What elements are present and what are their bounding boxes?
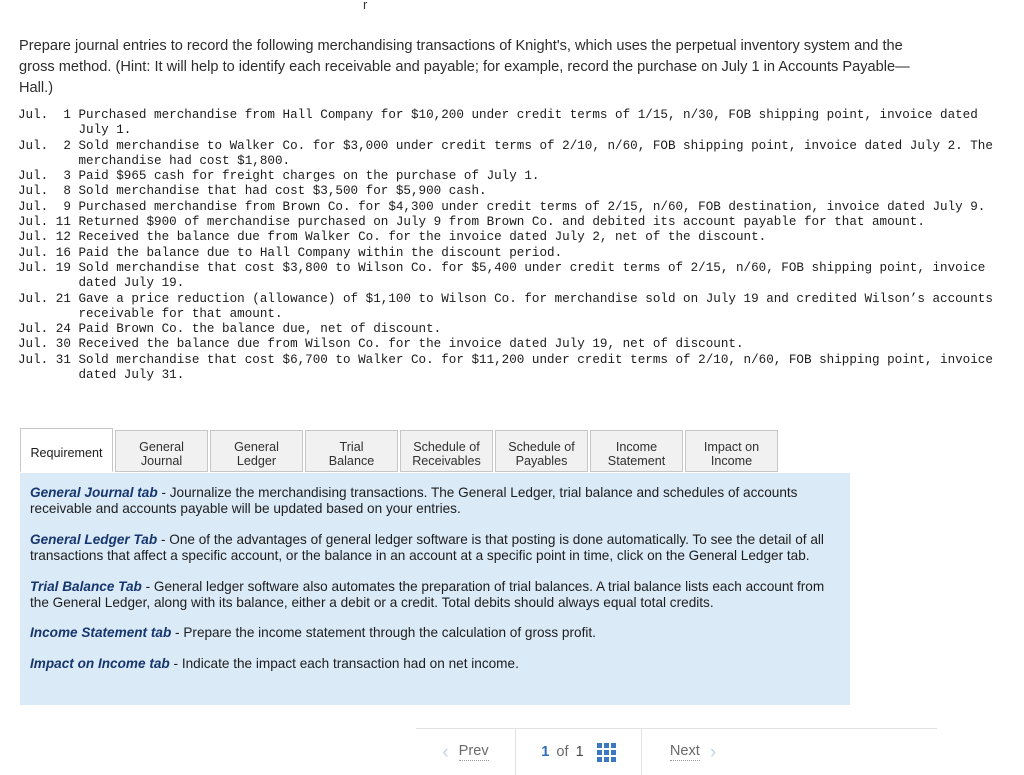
grid-cell (603, 756, 609, 762)
grid-cell (596, 742, 602, 748)
requirement-panel: General Journal tab - Journalize the mer… (20, 472, 850, 705)
transaction-row: Jul. 9 Purchased merchandise from Brown … (18, 199, 986, 214)
transaction-row: Jul. 21 Gave a price reduction (allowanc… (18, 291, 993, 321)
panel-paragraph-body: - Indicate the impact each transaction h… (169, 655, 519, 671)
tab-label-line1: Requirement (30, 446, 103, 460)
tab-impact-on-income[interactable]: Impact on Income (685, 430, 778, 472)
page-of-label: of (556, 744, 569, 760)
panel-paragraph: General Ledger Tab - One of the advantag… (30, 532, 834, 565)
tab-label-line2: Journal (140, 454, 183, 468)
tab-label-line1: General (234, 440, 279, 454)
tab-label-line1: General (139, 440, 184, 454)
tab-label-line2: Ledger (236, 454, 277, 468)
panel-paragraph-heading: Impact on Income tab (30, 655, 170, 671)
tab-label-line2: Statement (607, 454, 666, 468)
transaction-row: Jul. 3 Paid $965 cash for freight charge… (18, 169, 540, 184)
chevron-right-icon: › (709, 741, 717, 763)
tab-strip: Requirement General Journal General Ledger Tr… (20, 428, 780, 472)
panel-paragraph: General Journal tab - Journalize the mer… (30, 485, 834, 518)
transaction-row: Jul. 24 Paid Brown Co. the balance due, … (18, 322, 442, 337)
tab-label-line1: Schedule of (508, 440, 575, 454)
transaction-row: Jul. 16 Paid the balance due to Hall Com… (18, 245, 563, 260)
next-page-label: Next (669, 743, 700, 761)
transaction-list: Jul. 1 Purchased merchandise from Hall C… (18, 108, 993, 383)
panel-paragraph: Trial Balance Tab - General ledger softw… (30, 579, 834, 612)
transaction-row: Jul. 11 Returned $900 of merchandise pur… (18, 215, 925, 230)
tab-requirement[interactable]: Requirement (20, 428, 113, 472)
prev-page-label: Prev (458, 743, 489, 761)
grid-cell (610, 749, 616, 755)
chevron-left-icon: ‹ (442, 741, 449, 763)
tab-general-journal[interactable]: General Journal (115, 430, 208, 472)
grid-cell (596, 756, 602, 762)
tab-label-line1: Income (615, 440, 658, 454)
grid-cell (610, 756, 616, 762)
panel-paragraph-heading: Trial Balance Tab (30, 578, 142, 594)
transaction-row: Jul. 12 Received the balance due from Wa… (18, 230, 767, 245)
tab-label-line2: Payables (515, 454, 568, 468)
panel-paragraph: Income Statement tab - Prepare the incom… (30, 625, 834, 641)
transaction-row: Jul. 30 Received the balance due from Wi… (18, 337, 744, 352)
grid-cell (596, 749, 602, 755)
grid-cell (610, 742, 616, 748)
prev-page-button[interactable]: ‹ Prev (416, 729, 516, 775)
tab-schedule-of-receivables[interactable]: Schedule of Receivables (400, 430, 493, 472)
pagination-bar: ‹ Prev 1 of 1 Next › (416, 729, 744, 775)
total-pages-number: 1 (575, 744, 584, 760)
tab-label-line2: Income (710, 454, 753, 468)
grid-view-icon[interactable] (596, 742, 616, 762)
problem-instructions: Prepare journal entries to record the fo… (19, 38, 910, 96)
current-page-number: 1 (541, 744, 550, 760)
panel-paragraph-heading: Income Statement tab (30, 625, 172, 641)
tab-label-line1: Trial Balance (328, 440, 375, 468)
panel-paragraph: Impact on Income tab - Indicate the impa… (30, 656, 834, 672)
grid-cell (603, 749, 609, 755)
page-indicator: 1 of 1 (516, 729, 642, 775)
tab-schedule-of-payables[interactable]: Schedule of Payables (495, 430, 588, 472)
panel-paragraph-heading: General Ledger Tab (30, 531, 158, 547)
transaction-row: Jul. 2 Sold merchandise to Walker Co. fo… (18, 138, 993, 168)
tab-general-ledger[interactable]: General Ledger (210, 430, 303, 472)
panel-paragraph-body: - General ledger software also automates… (30, 578, 825, 611)
clipped-text-fragment: r (363, 0, 368, 9)
tab-label-line1: Impact on (703, 440, 760, 454)
grid-cell (603, 742, 609, 748)
tab-label-line1: Schedule of (413, 440, 480, 454)
transaction-row: Jul. 8 Sold merchandise that had cost $3… (18, 184, 487, 199)
next-page-button[interactable]: Next › (642, 729, 744, 775)
panel-paragraph-body: - Prepare the income statement through t… (171, 625, 596, 641)
panel-paragraph-heading: General Journal tab (30, 485, 158, 500)
tab-label-line2: Receivables (412, 454, 481, 468)
transaction-row: Jul. 31 Sold merchandise that cost $6,70… (18, 352, 993, 383)
tab-trial-balance[interactable]: Trial Balance (305, 430, 398, 472)
transaction-row: Jul. 1 Purchased merchandise from Hall C… (18, 108, 978, 138)
transaction-row: Jul. 19 Sold merchandise that cost $3,80… (18, 260, 986, 291)
tab-income-statement[interactable]: Income Statement (590, 430, 683, 472)
